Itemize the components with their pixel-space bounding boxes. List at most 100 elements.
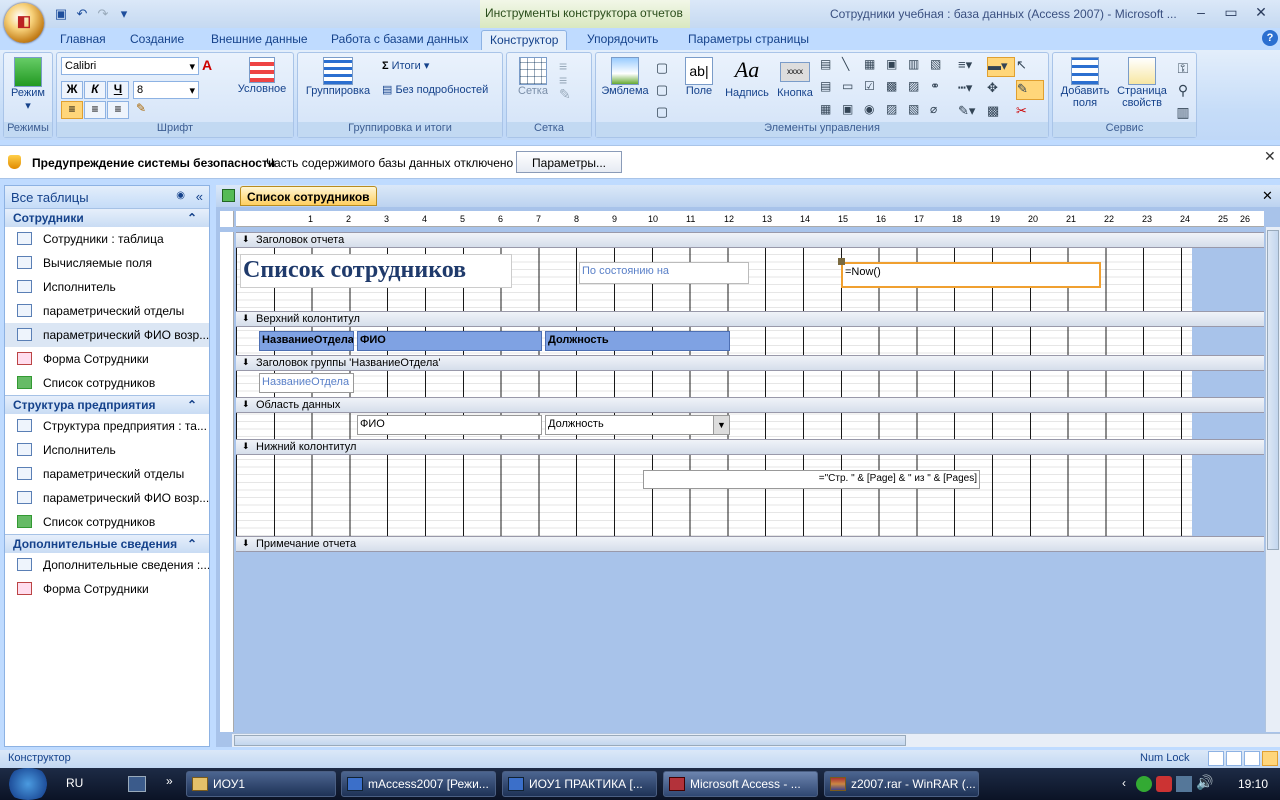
nav-item[interactable]: Исполнитель bbox=[5, 438, 209, 462]
bold-button[interactable]: Ж bbox=[61, 81, 83, 99]
select-icon[interactable]: ↖ bbox=[1016, 57, 1044, 77]
fill-color-icon[interactable]: ✎▾ bbox=[958, 103, 986, 121]
tab-external-data[interactable]: Внешние данные bbox=[203, 30, 316, 50]
taskbar-button[interactable]: ИОУ1 bbox=[186, 771, 336, 797]
more-icon[interactable]: » bbox=[166, 774, 173, 788]
redo-icon[interactable]: ↷ bbox=[94, 5, 112, 23]
nav-item[interactable]: параметрический отделы bbox=[5, 299, 209, 323]
line-color-icon[interactable]: ≡▾ bbox=[958, 57, 986, 77]
tab-page-setup[interactable]: Параметры страницы bbox=[680, 30, 817, 50]
chevron-down-icon[interactable]: ▼ bbox=[713, 416, 729, 434]
tools-icon[interactable]: ✥ bbox=[987, 80, 1015, 100]
now-textbox[interactable]: =Now() bbox=[841, 262, 1101, 288]
tab-arrange[interactable]: Упорядочить bbox=[579, 30, 666, 50]
group-dept-textbox[interactable]: НазваниеОтдела bbox=[259, 373, 354, 393]
tray-expand-icon[interactable]: ‹ bbox=[1122, 776, 1126, 790]
grid-button[interactable]: Сетка bbox=[511, 57, 555, 97]
totals-button[interactable]: Σ Итоги ▾ bbox=[382, 59, 429, 72]
scroll-thumb[interactable] bbox=[1267, 230, 1279, 550]
show-desktop-icon[interactable] bbox=[128, 776, 146, 792]
security-options-button[interactable]: Параметры... bbox=[516, 151, 622, 173]
band-page-footer[interactable]: Нижний колонтитул bbox=[236, 439, 1264, 455]
tab-home[interactable]: Главная bbox=[52, 30, 114, 50]
chart-icon[interactable]: ▦ bbox=[820, 102, 840, 121]
clock[interactable]: 19:10 bbox=[1238, 777, 1268, 791]
option-group-icon[interactable]: ▣ bbox=[842, 102, 862, 121]
band-group-header[interactable]: Заголовок группы 'НазваниеОтдела' bbox=[236, 355, 1264, 371]
rectangle-icon[interactable]: ▭ bbox=[842, 79, 862, 98]
move-handle[interactable] bbox=[838, 258, 845, 265]
page-break-icon[interactable]: ▧ bbox=[908, 102, 928, 121]
nav-item[interactable]: Список сотрудников bbox=[5, 510, 209, 534]
tray-monitor-icon[interactable] bbox=[1176, 776, 1192, 792]
report-selector[interactable] bbox=[220, 211, 234, 227]
nav-item[interactable]: параметрический отделы bbox=[5, 462, 209, 486]
chevron-down-icon[interactable]: ◉ bbox=[176, 190, 185, 201]
nav-group-header[interactable]: Дополнительные сведения ⌃ bbox=[5, 534, 209, 553]
radio-icon[interactable]: ◉ bbox=[864, 102, 884, 121]
close-document-icon[interactable]: ✕ bbox=[1262, 188, 1273, 204]
delete-icon[interactable]: ✂ bbox=[1016, 103, 1044, 121]
band-report-header[interactable]: Заголовок отчета bbox=[236, 232, 1264, 248]
as-of-label[interactable]: По состоянию на bbox=[579, 262, 749, 284]
grouping-button[interactable]: Группировка bbox=[302, 57, 374, 97]
minimize-icon[interactable]: – bbox=[1186, 2, 1216, 22]
close-icon[interactable]: ✕ bbox=[1264, 148, 1276, 165]
save-icon[interactable]: ▣ bbox=[52, 5, 70, 23]
format-painter-icon[interactable]: ✎ bbox=[130, 101, 152, 119]
page-number-icons[interactable]: ▢ ▢ ▢ bbox=[654, 57, 670, 123]
vertical-scrollbar[interactable] bbox=[1265, 227, 1280, 732]
nav-group-header[interactable]: Структура предприятия ⌃ bbox=[5, 395, 209, 414]
nav-item[interactable]: Список сотрудников bbox=[5, 371, 209, 395]
language-indicator[interactable]: RU bbox=[66, 776, 83, 790]
object-icon[interactable]: ▩ bbox=[886, 79, 906, 98]
nav-header[interactable]: Все таблицы ◉ « bbox=[5, 186, 209, 208]
tab-design[interactable]: Конструктор bbox=[481, 30, 568, 50]
scroll-thumb[interactable] bbox=[234, 735, 906, 746]
report-view-icon[interactable] bbox=[1208, 751, 1224, 766]
font-color-icon[interactable]: A bbox=[202, 57, 216, 75]
document-tab[interactable]: Список сотрудников bbox=[240, 186, 377, 206]
band-detail[interactable]: Область данных bbox=[236, 397, 1264, 413]
line-style-icons[interactable]: ≡ ≡ ✎ bbox=[559, 59, 587, 103]
tray-network-icon[interactable] bbox=[1136, 776, 1152, 792]
taskbar-button[interactable]: mAccess2007 [Режи... bbox=[341, 771, 496, 797]
property-sheet-button[interactable]: Страница свойств bbox=[1115, 57, 1169, 109]
band-report-footer[interactable]: Примечание отчета bbox=[236, 536, 1264, 552]
bound-object-icon[interactable]: ▨ bbox=[886, 102, 906, 121]
align-center-icon[interactable]: ≡ bbox=[84, 101, 106, 119]
label-button[interactable]: Aa Надпись bbox=[722, 57, 772, 99]
tab-create[interactable]: Создание bbox=[122, 30, 192, 50]
customize-qat-icon[interactable]: ▾ bbox=[115, 5, 133, 23]
collapse-pane-icon[interactable]: « bbox=[196, 189, 203, 204]
line-type-icon[interactable]: ┅▾ bbox=[958, 80, 986, 100]
image-icon[interactable]: ▧ bbox=[930, 57, 950, 76]
volume-icon[interactable]: 🔊 bbox=[1196, 774, 1213, 791]
header-dept-label[interactable]: НазваниеОтдела bbox=[259, 331, 354, 351]
button-button[interactable]: xxxx Кнопка bbox=[774, 57, 816, 99]
report-title-label[interactable]: Список сотрудников bbox=[240, 254, 512, 288]
add-fields-button[interactable]: Добавить поля bbox=[1057, 57, 1113, 109]
tray-antivirus-icon[interactable] bbox=[1156, 776, 1172, 792]
taskbar-button[interactable]: z2007.rar - WinRAR (... bbox=[824, 771, 979, 797]
horizontal-scrollbar[interactable] bbox=[232, 733, 1280, 747]
field-button[interactable]: ab| Поле bbox=[678, 57, 720, 97]
start-button[interactable] bbox=[4, 768, 52, 800]
office-button[interactable]: ◧ bbox=[4, 3, 44, 43]
tab-database-tools[interactable]: Работа с базами данных bbox=[323, 30, 476, 50]
design-view-icon[interactable] bbox=[1262, 751, 1278, 766]
align-left-icon[interactable]: ≡ bbox=[61, 101, 83, 119]
toggle-icon[interactable]: ▦ bbox=[864, 57, 884, 76]
line-thickness-icon[interactable]: ▬▾ bbox=[987, 57, 1015, 77]
nav-item[interactable]: Структура предприятия : та... bbox=[5, 414, 209, 438]
page-number-textbox[interactable]: ="Стр. " & [Page] & " из " & [Pages] bbox=[643, 470, 980, 489]
underline-button[interactable]: Ч bbox=[107, 81, 129, 99]
nav-group-header[interactable]: Сотрудники ⌃ bbox=[5, 208, 209, 227]
taskbar-button-active[interactable]: Microsoft Access - ... bbox=[663, 771, 818, 797]
list-icon[interactable]: ▤ bbox=[820, 79, 840, 98]
line-icon[interactable]: ╲ bbox=[842, 57, 862, 76]
logo-button[interactable]: Эмблема bbox=[600, 57, 650, 97]
nav-item[interactable]: параметрический ФИО возр... bbox=[5, 323, 209, 347]
header-position-label[interactable]: Должность bbox=[545, 331, 730, 351]
nav-item[interactable]: Форма Сотрудники bbox=[5, 347, 209, 371]
